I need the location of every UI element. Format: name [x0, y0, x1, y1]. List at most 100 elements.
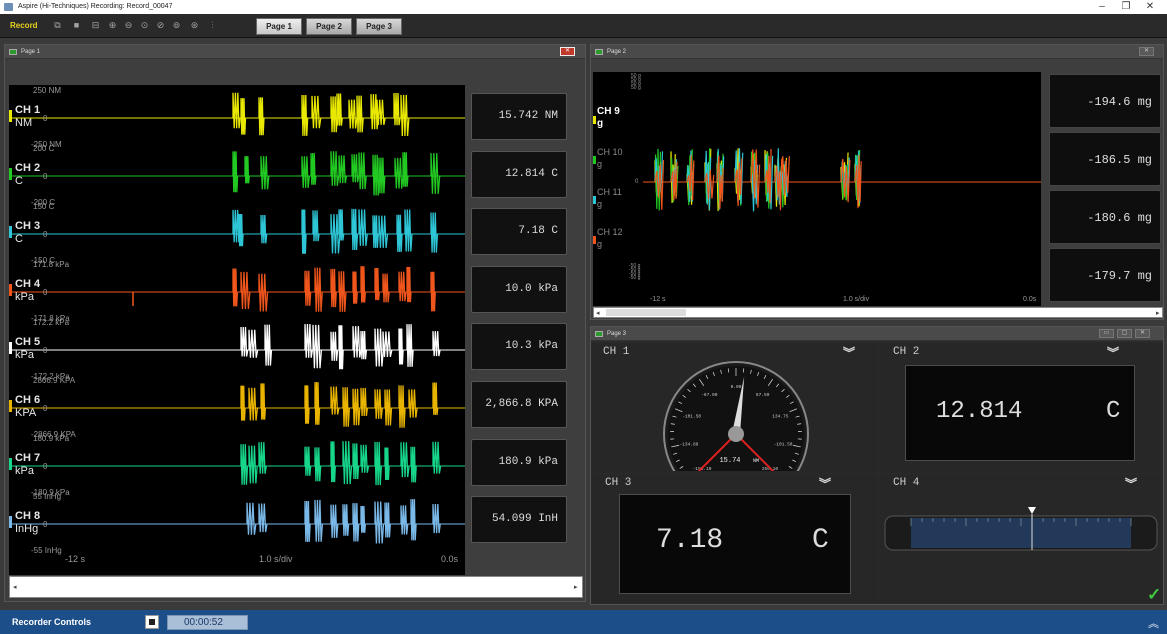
scroll-right-icon[interactable]: ▸ — [1156, 309, 1160, 317]
ch-value-display: 180.9 kPa — [471, 438, 567, 486]
burst — [374, 501, 385, 544]
ch-top-scale: 250 NM — [33, 86, 62, 95]
ch-zero: 0 — [43, 462, 48, 471]
minimize-icon[interactable]: – — [1090, 0, 1114, 14]
ch3-value: 7.18 — [656, 525, 724, 556]
ch-top-scale: 150 C — [33, 202, 55, 211]
trace-ch8 — [9, 499, 465, 544]
burst — [408, 389, 418, 418]
burst — [384, 447, 390, 480]
tab-page-3[interactable]: Page 3 — [356, 18, 402, 35]
copy-icon[interactable]: ⧉ — [53, 21, 62, 30]
dial-tick-label: -134.89 — [679, 441, 698, 447]
burst — [240, 98, 247, 135]
ch-unit: NM — [15, 117, 33, 129]
page1-plot-area[interactable]: 250 NM CH 1 0 NM -250 NM 200 C CH 2 0 C … — [9, 85, 465, 575]
page3-title: Page 3 — [607, 331, 627, 337]
burst — [311, 95, 322, 129]
burst — [304, 385, 310, 424]
burst — [246, 502, 257, 535]
export-icon[interactable]: ⊟ — [91, 21, 100, 30]
save-icon[interactable]: ■ — [72, 21, 81, 30]
close-icon[interactable]: ✕ — [1138, 0, 1162, 14]
ch-value-display: -194.6 mg — [1049, 74, 1161, 128]
burst — [394, 157, 404, 189]
zoom-out-icon[interactable]: ⊖ — [124, 21, 133, 30]
scroll-right-icon[interactable]: ▸ — [574, 583, 578, 591]
ch-bottom-scale: -55 InHg — [31, 546, 62, 555]
zoom-reset-icon[interactable]: ⊛ — [190, 21, 199, 30]
window-title: Aspire (Hi-Techniques) Recording: Record… — [18, 3, 173, 10]
restore-icon[interactable]: ❐ — [1114, 0, 1138, 14]
ch-top-scale: 180.9 kPa — [33, 434, 70, 443]
ch-top-scale: 2866.9 KPA — [33, 376, 76, 385]
scroll-left-icon[interactable]: ◂ — [596, 309, 600, 317]
page2-plot-area[interactable]: CH 9 g CH 10 g CH 11 g CH 12 g 50 g 50 g5… — [593, 72, 1041, 306]
page2-scrollbar[interactable]: ◂ ▸ — [593, 307, 1163, 318]
burst — [352, 271, 358, 304]
ch-name: CH 8 — [15, 510, 41, 522]
burst — [330, 96, 338, 133]
burst — [384, 389, 393, 426]
zoom-fit-icon[interactable]: ⊙ — [140, 21, 149, 30]
burst — [374, 441, 382, 486]
chevron-down-icon[interactable]: ︾ — [1125, 475, 1137, 492]
burst — [338, 325, 344, 370]
page3-close-button[interactable]: ✕ — [1135, 329, 1150, 338]
bar-pointer-icon — [1028, 507, 1036, 514]
record-label[interactable]: Record — [10, 14, 38, 38]
burst — [258, 442, 267, 474]
ch-name: CH 12 — [597, 227, 623, 237]
trace-ch2 — [9, 151, 465, 196]
trace-ch6 — [9, 382, 465, 428]
dial-tick-label: -101.50 — [682, 414, 701, 420]
burst — [374, 389, 383, 419]
stop-button[interactable] — [145, 615, 159, 629]
ch1-gauge-panel: CH 1 ︾ -193.10-134.89-101.50-67.000.0067… — [591, 343, 878, 473]
ch-unit: C — [15, 175, 23, 187]
ch-zero: 0 — [43, 114, 48, 123]
zoom-in-icon[interactable]: ⊕ — [108, 21, 117, 30]
page1-window: Page 1 ✕ 250 NM CH 1 0 NM -250 NM 200 C … — [4, 44, 586, 602]
ch-color-marker — [9, 168, 12, 180]
burst — [406, 266, 412, 303]
ch-zero: 0 — [43, 288, 48, 297]
zoom-y-icon[interactable]: ⊚ — [172, 21, 181, 30]
page3-window: Page 3 ▭ ▢ ✕ CH 1 ︾ -193.10-134.89-101.5… — [590, 326, 1164, 605]
ch-value-display: 15.742 NM — [471, 93, 567, 140]
ch-top-scale: 172.2 kPa — [33, 318, 70, 327]
trace-ch5 — [9, 324, 465, 370]
chevron-down-icon[interactable]: ︾ — [843, 344, 855, 361]
burst — [393, 93, 401, 126]
chevron-down-icon[interactable]: ︾ — [1107, 344, 1119, 361]
tab-page-1[interactable]: Page 1 — [256, 18, 302, 35]
burst — [301, 95, 309, 136]
scroll-thumb[interactable] — [606, 309, 686, 316]
expand-up-icon[interactable]: ︽ — [1148, 615, 1159, 631]
ch1-gauge-label: CH 1 — [603, 346, 630, 358]
y-top-scale: 50 g — [631, 85, 641, 91]
ch-top-scale: 55 InHg — [33, 492, 62, 501]
tab-page-2[interactable]: Page 2 — [306, 18, 352, 35]
ch-name: CH 2 — [15, 162, 41, 174]
page1-scrollbar[interactable]: ◂ ▸ — [9, 576, 583, 598]
scroll-left-icon[interactable]: ◂ — [13, 583, 17, 591]
check-icon: ✓ — [1147, 585, 1162, 604]
page2-close-button[interactable]: ✕ — [1139, 47, 1154, 56]
zoom-x-icon[interactable]: ⊘ — [156, 21, 165, 30]
page3-minimize-button[interactable]: ▭ — [1099, 329, 1114, 338]
stop-icon — [149, 619, 155, 625]
ch2-display: 12.814 C — [905, 365, 1135, 461]
burst — [400, 442, 410, 478]
dial-tick-label: -67.00 — [701, 392, 718, 398]
cursor-icon[interactable]: ⫶ — [208, 21, 217, 30]
chevron-down-icon[interactable]: ︾ — [819, 475, 831, 492]
dial-reading: 15.74 — [719, 457, 740, 465]
trace-ch4 — [9, 266, 465, 312]
ch-zero: 0 — [43, 346, 48, 355]
dial-tick-label: 67.50 — [756, 392, 770, 398]
page1-close-button[interactable]: ✕ — [560, 47, 575, 56]
page3-restore-button[interactable]: ▢ — [1117, 329, 1132, 338]
ch2-panel: CH 2 ︾ 12.814 C — [879, 343, 1163, 473]
dial-hub — [728, 426, 744, 442]
